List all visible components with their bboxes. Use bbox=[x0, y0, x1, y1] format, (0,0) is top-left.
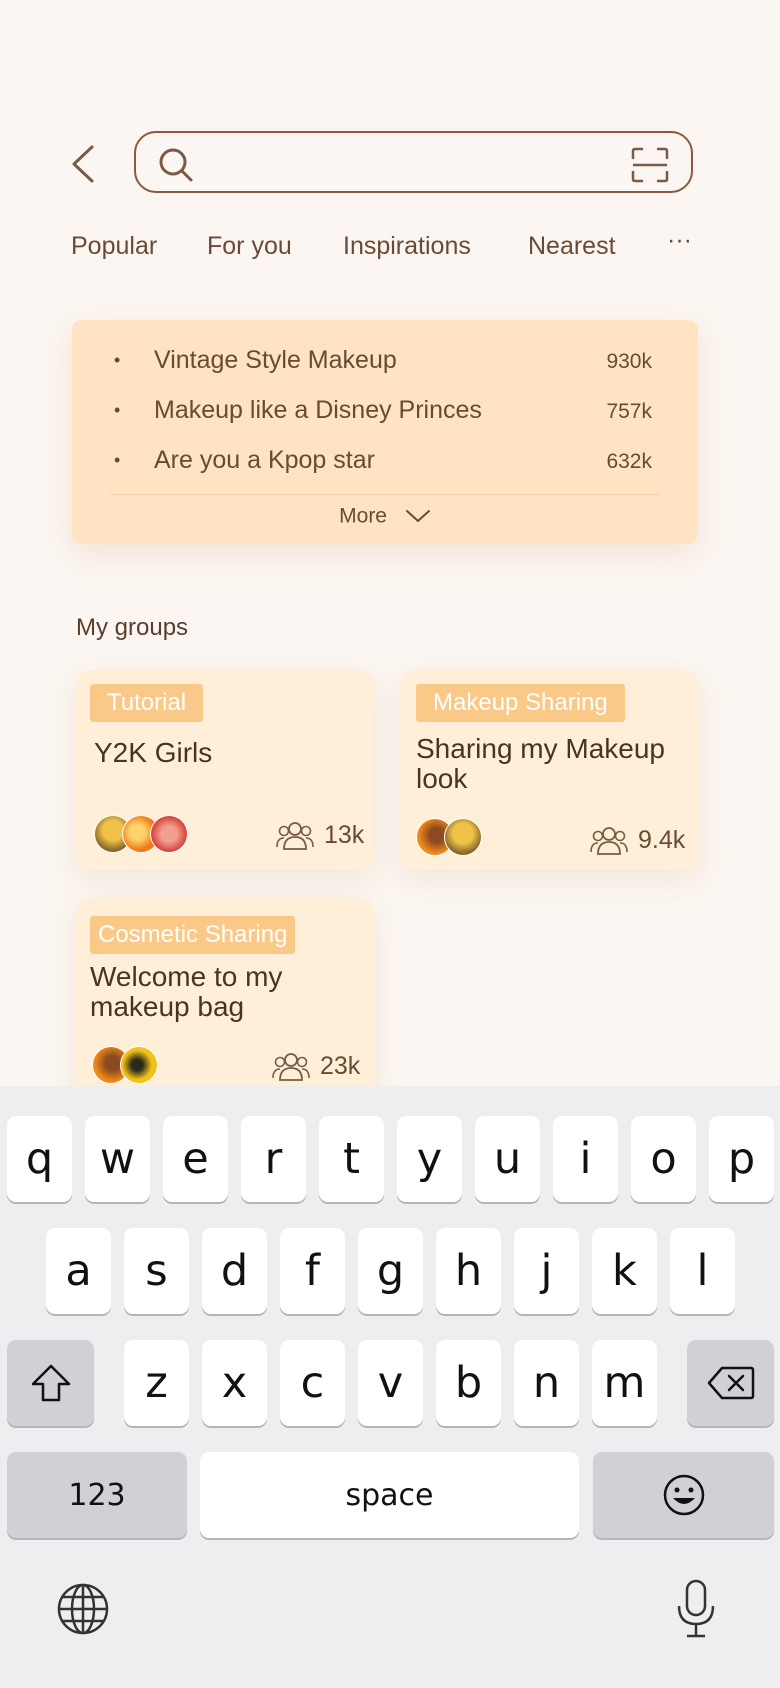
key-l[interactable]: l bbox=[670, 1228, 735, 1314]
key-f[interactable]: f bbox=[280, 1228, 345, 1314]
bullet: • bbox=[114, 400, 121, 420]
divider bbox=[110, 494, 660, 495]
trending-title: Vintage Style Makeup bbox=[154, 346, 397, 374]
trending-list: • Vintage Style Makeup 930k • Makeup lik… bbox=[72, 320, 698, 544]
backspace-icon bbox=[707, 1366, 754, 1400]
avatar bbox=[120, 1046, 158, 1084]
numbers-key[interactable]: 123 bbox=[7, 1452, 187, 1538]
category-tabs: Popular For you Inspirations Nearest ··· bbox=[0, 226, 780, 272]
trending-count: 632k bbox=[606, 450, 652, 473]
scan-icon[interactable] bbox=[631, 147, 669, 183]
emoji-icon bbox=[663, 1474, 704, 1516]
group-title: Sharing my Makeup look bbox=[416, 733, 666, 794]
tab-popular[interactable]: Popular bbox=[71, 232, 157, 261]
group-tag: Tutorial bbox=[90, 684, 204, 722]
key-w[interactable]: w bbox=[85, 1116, 150, 1202]
on-screen-keyboard: q w e r t y u i o p a s d f g h j k l z … bbox=[0, 1086, 780, 1688]
key-s[interactable]: s bbox=[124, 1228, 189, 1314]
more-button[interactable]: More bbox=[72, 504, 698, 528]
microphone-button[interactable] bbox=[674, 1578, 718, 1640]
group-title: Welcome to my makeup bag bbox=[90, 961, 283, 1022]
more-tabs-button[interactable]: ··· bbox=[667, 226, 692, 255]
key-g[interactable]: g bbox=[358, 1228, 423, 1314]
member-count-value: 13k bbox=[324, 820, 365, 849]
key-m[interactable]: m bbox=[592, 1340, 657, 1426]
key-q[interactable]: q bbox=[7, 1116, 72, 1202]
key-v[interactable]: v bbox=[358, 1340, 423, 1426]
key-i[interactable]: i bbox=[553, 1116, 618, 1202]
group-icon bbox=[272, 1053, 310, 1082]
more-label: More bbox=[339, 504, 387, 528]
key-r[interactable]: r bbox=[241, 1116, 306, 1202]
key-k[interactable]: k bbox=[592, 1228, 657, 1314]
globe-icon bbox=[57, 1583, 109, 1635]
key-u[interactable]: u bbox=[475, 1116, 540, 1202]
member-count: 9.4k bbox=[590, 825, 686, 856]
key-p[interactable]: p bbox=[709, 1116, 774, 1202]
chevron-down-icon bbox=[405, 510, 430, 523]
trending-item[interactable]: • Are you a Kpop star 632k bbox=[72, 444, 698, 484]
group-tag: Makeup Sharing bbox=[416, 684, 625, 722]
group-card[interactable]: Cosmetic Sharing Welcome to my makeup ba… bbox=[76, 898, 374, 1098]
key-t[interactable]: t bbox=[319, 1116, 384, 1202]
section-heading: My groups bbox=[76, 614, 189, 641]
trending-item[interactable]: • Makeup like a Disney Princes 757k bbox=[72, 394, 698, 434]
group-title: Y2K Girls bbox=[94, 737, 213, 768]
key-h[interactable]: h bbox=[436, 1228, 501, 1314]
member-count: 23k bbox=[272, 1051, 361, 1082]
search-bar[interactable] bbox=[134, 131, 693, 193]
shift-key[interactable] bbox=[7, 1340, 94, 1426]
group-card[interactable]: Makeup Sharing Sharing my Makeup look 9.… bbox=[400, 670, 698, 870]
key-y[interactable]: y bbox=[397, 1116, 462, 1202]
group-card[interactable]: Tutorial Y2K Girls 13k bbox=[76, 670, 374, 870]
tab-nearest[interactable]: Nearest bbox=[528, 232, 616, 261]
search-input[interactable] bbox=[206, 143, 610, 183]
chevron-left-icon bbox=[72, 145, 94, 183]
member-count-value: 9.4k bbox=[638, 825, 686, 854]
key-o[interactable]: o bbox=[631, 1116, 696, 1202]
key-n[interactable]: n bbox=[514, 1340, 579, 1426]
trending-title: Makeup like a Disney Princes bbox=[154, 396, 482, 424]
key-c[interactable]: c bbox=[280, 1340, 345, 1426]
key-a[interactable]: a bbox=[46, 1228, 111, 1314]
member-count-value: 23k bbox=[320, 1051, 361, 1080]
tab-inspirations[interactable]: Inspirations bbox=[343, 232, 471, 261]
key-z[interactable]: z bbox=[124, 1340, 189, 1426]
backspace-key[interactable] bbox=[687, 1340, 774, 1426]
member-avatars bbox=[92, 1046, 172, 1086]
search-icon bbox=[159, 148, 193, 182]
microphone-icon bbox=[677, 1579, 715, 1638]
key-e[interactable]: e bbox=[163, 1116, 228, 1202]
trending-title: Are you a Kpop star bbox=[154, 446, 375, 474]
bullet: • bbox=[114, 450, 121, 470]
member-avatars bbox=[94, 815, 194, 855]
tab-for-you[interactable]: For you bbox=[207, 232, 292, 261]
trending-count: 757k bbox=[606, 400, 652, 423]
globe-button[interactable] bbox=[56, 1582, 110, 1636]
group-tag: Cosmetic Sharing bbox=[90, 916, 296, 954]
key-x[interactable]: x bbox=[202, 1340, 267, 1426]
group-icon bbox=[590, 827, 628, 856]
avatar bbox=[150, 815, 188, 853]
key-d[interactable]: d bbox=[202, 1228, 267, 1314]
group-icon bbox=[276, 822, 314, 851]
back-button[interactable] bbox=[66, 144, 102, 184]
key-j[interactable]: j bbox=[514, 1228, 579, 1314]
avatar bbox=[444, 818, 482, 856]
space-key[interactable]: space bbox=[200, 1452, 579, 1538]
member-avatars bbox=[416, 818, 496, 858]
member-count: 13k bbox=[276, 820, 365, 851]
trending-item[interactable]: • Vintage Style Makeup 930k bbox=[72, 344, 698, 384]
trending-count: 930k bbox=[606, 350, 652, 373]
emoji-key[interactable] bbox=[593, 1452, 774, 1538]
key-b[interactable]: b bbox=[436, 1340, 501, 1426]
bullet: • bbox=[114, 350, 121, 370]
shift-icon bbox=[31, 1364, 70, 1402]
